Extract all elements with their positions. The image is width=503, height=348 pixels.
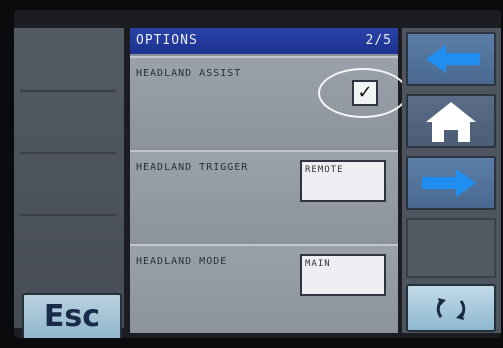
- headland-trigger-label: HEADLAND TRIGGER: [136, 162, 249, 173]
- headland-trigger-value[interactable]: REMOTE: [300, 160, 386, 202]
- option-row-headland-trigger[interactable]: HEADLAND TRIGGER REMOTE: [130, 150, 398, 242]
- options-panel: OPTIONS 2/5 HEADLAND ASSIST ✓ HEADLAND T…: [130, 28, 408, 333]
- refresh-button[interactable]: [406, 284, 496, 332]
- left-arrow-icon: [426, 45, 480, 73]
- display-screen: Esc OPTIONS 2/5 HEADLAND ASSIST ✓ HEADLA…: [14, 10, 501, 338]
- option-row-headland-assist[interactable]: HEADLAND ASSIST ✓: [130, 56, 408, 148]
- page-title: OPTIONS: [136, 33, 198, 48]
- right-arrow-icon: [422, 169, 476, 197]
- left-divider: [20, 90, 116, 92]
- option-row-headland-mode[interactable]: HEADLAND MODE MAIN: [130, 244, 398, 333]
- right-button-column: [402, 28, 501, 333]
- left-divider: [20, 152, 116, 154]
- left-button-column: Esc: [14, 28, 124, 338]
- home-button[interactable]: [406, 94, 496, 148]
- empty-soft-key[interactable]: [406, 218, 496, 278]
- headland-mode-label: HEADLAND MODE: [136, 256, 228, 267]
- esc-button[interactable]: Esc: [22, 293, 122, 338]
- back-button[interactable]: [406, 32, 496, 86]
- title-bar: OPTIONS 2/5: [130, 28, 398, 54]
- headland-mode-value[interactable]: MAIN: [300, 254, 386, 296]
- forward-button[interactable]: [406, 156, 496, 210]
- headland-assist-checkbox[interactable]: ✓: [352, 80, 378, 106]
- refresh-icon: [436, 298, 466, 320]
- left-divider: [20, 214, 116, 216]
- page-indicator: 2/5: [365, 33, 392, 48]
- headland-assist-label: HEADLAND ASSIST: [136, 68, 242, 79]
- home-icon: [426, 102, 476, 142]
